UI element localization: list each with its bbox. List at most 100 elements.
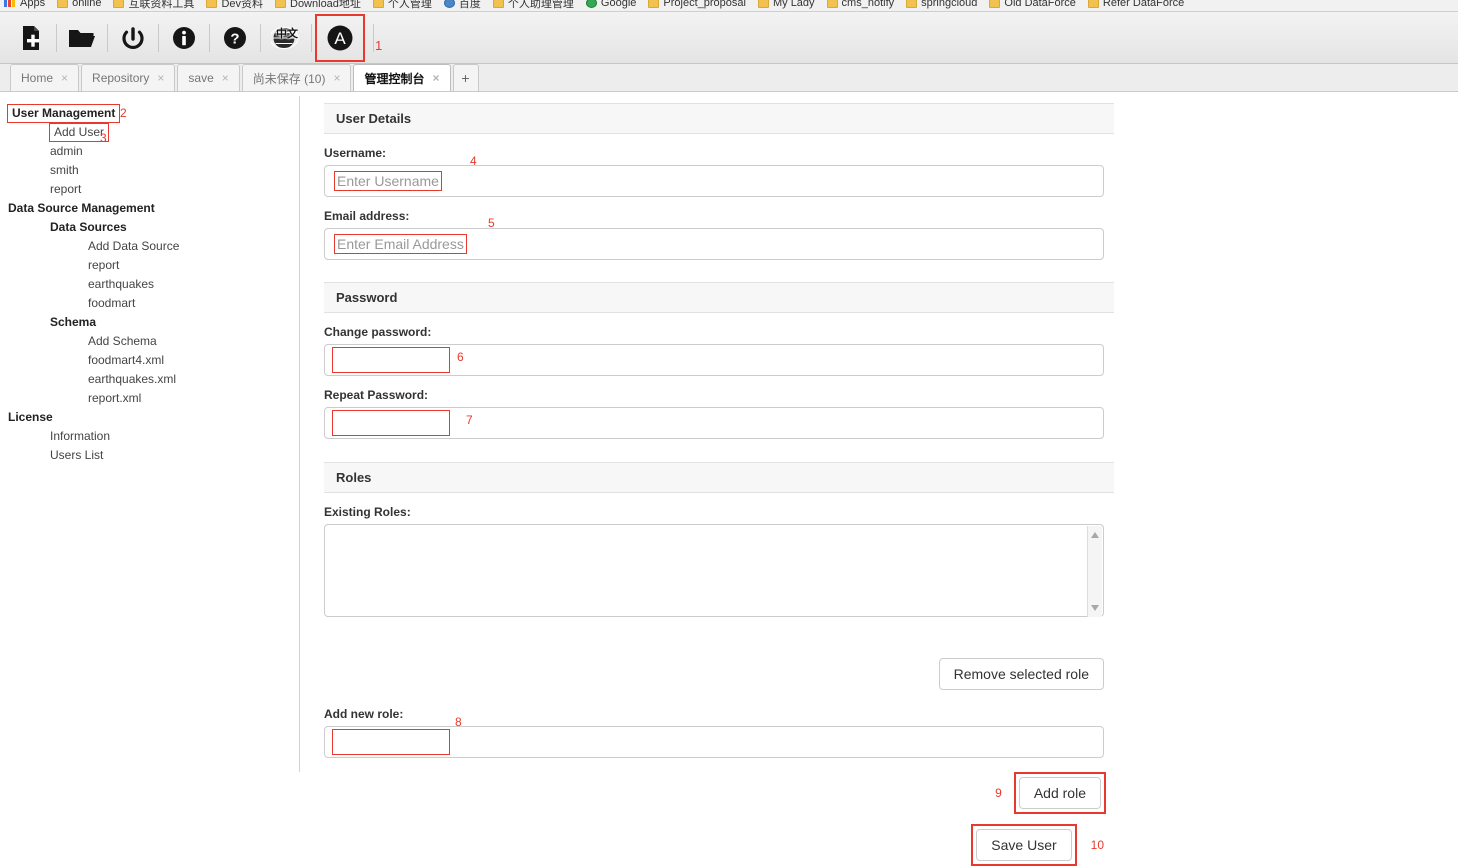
- existing-roles-label: Existing Roles:: [324, 505, 411, 519]
- add-new-role-input[interactable]: 8: [324, 715, 1104, 758]
- bookmark-item[interactable]: online: [57, 0, 101, 9]
- folder-icon: [57, 0, 69, 8]
- bookmark-item[interactable]: 互联资料工具: [113, 0, 194, 11]
- email-input[interactable]: Enter Email Address 5: [324, 216, 1104, 260]
- bookmark-item[interactable]: Project_proposal: [648, 0, 746, 9]
- language-overlay-label: 中文: [276, 27, 298, 40]
- tab-close-icon[interactable]: ×: [333, 71, 340, 85]
- sidebar-item-user-management[interactable]: User Management 2: [0, 104, 299, 123]
- bookmark-item[interactable]: Google: [585, 0, 637, 9]
- sidebar-item-label: Data Sources: [50, 220, 127, 234]
- bookmark-item[interactable]: My Lady: [757, 0, 815, 9]
- tab-close-icon[interactable]: ×: [433, 71, 440, 85]
- sidebar-item-foodmart[interactable]: foodmart: [0, 294, 299, 313]
- power-icon[interactable]: [108, 14, 158, 62]
- tab-label: 管理控制台: [364, 71, 425, 86]
- bookmark-item[interactable]: cms_notify: [826, 0, 894, 9]
- admin-console-icon[interactable]: A: [315, 13, 365, 62]
- main-content: User Details Username: Enter Username 4 …: [301, 96, 1458, 868]
- sidebar-item-foodmart4-xml[interactable]: foodmart4.xml: [0, 351, 299, 370]
- sidebar-item-report-xml[interactable]: report.xml: [0, 389, 299, 408]
- username-placeholder: Enter Username: [334, 171, 442, 191]
- existing-roles-listbox[interactable]: [324, 524, 1104, 617]
- bookmark-label: 个人助理管理: [507, 0, 574, 10]
- sidebar-item-add-user[interactable]: Add User 3: [0, 123, 299, 145]
- sidebar-item-smith[interactable]: smith: [0, 161, 299, 180]
- save-user-row: Save User 10: [324, 824, 1104, 866]
- help-icon[interactable]: ?: [210, 14, 260, 62]
- annotation-7: 7: [466, 413, 473, 427]
- language-globe-icon[interactable]: 中文: [261, 14, 311, 62]
- sidebar-item-add-data-source[interactable]: Add Data Source: [0, 237, 299, 256]
- bookmark-item[interactable]: springcloud: [906, 0, 977, 9]
- bookmark-item[interactable]: Dev资料: [206, 0, 263, 11]
- password-panel: Password Change password: 6 Repeat Passw…: [324, 282, 1114, 439]
- tab-close-icon[interactable]: ×: [157, 71, 164, 85]
- sidebar-item-label: Data Source Management: [8, 201, 155, 215]
- sidebar-item-information[interactable]: Information: [0, 427, 299, 446]
- sidebar-item-users-list[interactable]: Users List: [0, 446, 299, 465]
- bookmark-label: Google: [600, 0, 637, 9]
- change-password-input[interactable]: 6: [324, 344, 1104, 376]
- sidebar-item-admin[interactable]: admin: [0, 142, 299, 161]
- tab-home[interactable]: Home ×: [10, 64, 80, 91]
- sidebar-item-schema[interactable]: Schema: [0, 313, 299, 332]
- tab-admin-console[interactable]: 管理控制台 ×: [353, 64, 451, 91]
- change-password-highlight: [332, 347, 450, 373]
- sidebar-item-report[interactable]: report: [0, 256, 299, 275]
- repeat-password-input[interactable]: 7: [324, 407, 1104, 439]
- tab-unsaved[interactable]: 尚未保存 (10) ×: [241, 64, 352, 91]
- sidebar-item-label: report: [88, 258, 120, 272]
- folder-icon: [826, 0, 838, 8]
- tab-close-icon[interactable]: ×: [222, 71, 229, 85]
- bookmark-item[interactable]: Refer DataForce: [1087, 0, 1184, 9]
- sidebar-item-add-schema[interactable]: Add Schema: [0, 332, 299, 351]
- roles-section-header: Roles: [324, 462, 1114, 493]
- bookmark-label: My Lady: [772, 0, 815, 9]
- remove-selected-role-button[interactable]: Remove selected role: [938, 658, 1104, 690]
- existing-roles-scrollbar[interactable]: [1087, 526, 1102, 617]
- sidebar-item-data-source-management[interactable]: Data Source Management: [0, 199, 299, 218]
- password-section-header: Password: [324, 282, 1114, 313]
- info-icon[interactable]: [159, 14, 209, 62]
- bookmark-item[interactable]: 个人助理管理: [492, 0, 574, 11]
- scroll-down-arrow-icon[interactable]: [1091, 605, 1099, 611]
- bookmark-item[interactable]: Download地址: [275, 0, 361, 11]
- sidebar-item-data-sources[interactable]: Data Sources: [0, 218, 299, 237]
- sidebar-item-label: report.xml: [88, 391, 142, 405]
- annotation-6: 6: [457, 350, 464, 364]
- annotation-5: 5: [488, 216, 495, 230]
- repeat-password-label: Repeat Password:: [324, 388, 429, 402]
- tab-label: 尚未保存 (10): [252, 71, 326, 86]
- sidebar-item-report[interactable]: report: [0, 180, 299, 199]
- folder-icon: [648, 0, 660, 8]
- username-input[interactable]: Enter Username 4: [324, 154, 1104, 197]
- tab-save[interactable]: save ×: [177, 64, 240, 91]
- add-role-button[interactable]: Add role: [1018, 777, 1101, 809]
- add-new-role-highlight: [332, 729, 450, 755]
- tab-repository[interactable]: Repository ×: [81, 64, 176, 91]
- bookmark-item[interactable]: Old DataForce: [989, 0, 1076, 9]
- scroll-up-arrow-icon[interactable]: [1091, 532, 1099, 538]
- tab-close-icon[interactable]: ×: [61, 71, 68, 85]
- folder-icon: [906, 0, 918, 8]
- toolbar-separator: [373, 23, 374, 52]
- folder-icon: [757, 0, 769, 8]
- sidebar-item-earthquakes-xml[interactable]: earthquakes.xml: [0, 370, 299, 389]
- sidebar-item-label: report: [50, 182, 82, 196]
- remove-role-row: Remove selected role: [324, 658, 1104, 690]
- sidebar-item-license[interactable]: License: [0, 408, 299, 427]
- bookmark-item[interactable]: 个人管理: [372, 0, 432, 11]
- toolbar-separator: [311, 23, 312, 52]
- bookmark-item[interactable]: 百度: [443, 0, 481, 11]
- new-tab-button[interactable]: +: [452, 64, 479, 91]
- annotation-9: 9: [995, 786, 1002, 800]
- bookmark-label: 个人管理: [387, 0, 432, 10]
- folder-icon: [206, 0, 218, 8]
- new-document-icon[interactable]: [6, 14, 56, 62]
- save-user-button[interactable]: Save User: [976, 829, 1072, 861]
- sidebar-item-earthquakes[interactable]: earthquakes: [0, 275, 299, 294]
- bookmark-item[interactable]: Apps: [4, 0, 45, 9]
- open-folder-icon[interactable]: [57, 14, 107, 62]
- sidebar-item-label: Add Data Source: [88, 239, 180, 253]
